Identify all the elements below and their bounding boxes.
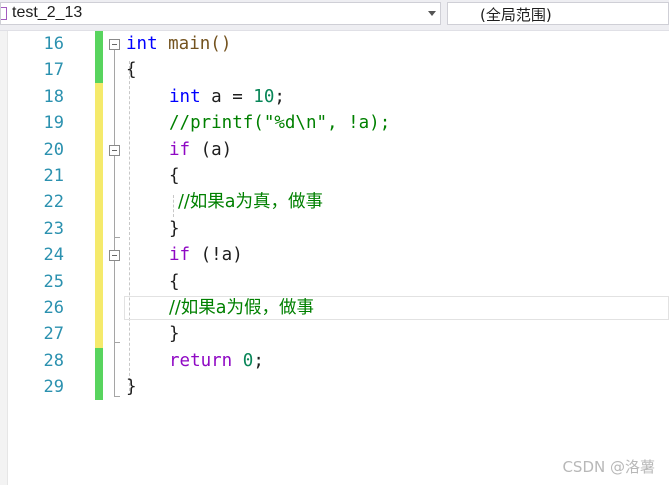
- change-marker-saved: [95, 348, 103, 400]
- line-number: 22: [43, 192, 64, 212]
- code-line-23[interactable]: }: [169, 216, 180, 242]
- code-number: 10: [253, 87, 275, 107]
- code-keyword: return: [169, 351, 233, 371]
- line-number: 29: [43, 377, 64, 397]
- code-line-20[interactable]: if (a): [169, 137, 232, 163]
- line-number: 23: [43, 219, 64, 239]
- outline-line: [114, 50, 115, 396]
- global-scope-dropdown[interactable]: (全局范围): [447, 2, 669, 25]
- change-marker-saved: [95, 57, 103, 83]
- change-marker-saved: [95, 31, 103, 57]
- code-line-22[interactable]: //如果a为真，做事: [178, 189, 323, 215]
- code-number: 0: [242, 351, 254, 371]
- code-text: main(): [157, 34, 232, 54]
- line-number: 17: [43, 60, 64, 80]
- code-text: ;: [274, 87, 285, 107]
- watermark: CSDN @洛薯: [562, 458, 655, 476]
- line-number: 16: [43, 34, 64, 54]
- code-line-17[interactable]: {: [126, 57, 137, 83]
- line-number: 24: [43, 245, 64, 265]
- code-line-27[interactable]: }: [169, 321, 180, 347]
- global-scope-label: (全局范围): [480, 6, 552, 24]
- file-scope-label: test_2_13: [12, 4, 83, 21]
- line-number: 26: [43, 298, 64, 318]
- project-icon: [1, 7, 7, 20]
- code-line-26[interactable]: //如果a为假，做事: [169, 295, 314, 321]
- code-line-18[interactable]: int a = 10;: [169, 84, 285, 110]
- file-scope-dropdown[interactable]: test_2_13: [0, 2, 441, 25]
- code-line-25[interactable]: {: [169, 269, 180, 295]
- code-keyword: int: [126, 34, 158, 54]
- chevron-down-icon[interactable]: [428, 11, 436, 16]
- code-keyword: if: [169, 140, 191, 160]
- code-line-16[interactable]: int main(): [126, 31, 231, 57]
- line-number: 20: [43, 140, 64, 160]
- code-line-19[interactable]: //printf("%d\n", !a);: [169, 110, 390, 136]
- outline-end: [114, 396, 120, 397]
- outline-end: [114, 342, 120, 343]
- code-line-21[interactable]: {: [169, 163, 180, 189]
- code-text: a =: [200, 87, 254, 107]
- collapse-icon[interactable]: [109, 39, 120, 50]
- outline-end: [114, 237, 120, 238]
- collapse-icon[interactable]: [109, 145, 120, 156]
- line-number: 27: [43, 324, 64, 344]
- code-line-28[interactable]: return 0;: [169, 348, 264, 374]
- code-keyword: int: [169, 87, 201, 107]
- code-keyword: if: [169, 245, 191, 265]
- code-editor[interactable]: 16 17 18 19 20 21 22 23 24 25 26 27 28 2…: [0, 31, 669, 485]
- code-line-24[interactable]: if (!a): [169, 242, 243, 268]
- code-text: (a): [190, 140, 233, 160]
- navigation-bar: test_2_13 (全局范围): [0, 0, 669, 31]
- indent-guide: [129, 61, 130, 391]
- code-text: (!a): [190, 245, 243, 265]
- line-number: 21: [43, 166, 64, 186]
- line-number: 28: [43, 351, 64, 371]
- change-marker-unsaved: [95, 83, 103, 348]
- code-line-29[interactable]: }: [126, 374, 137, 400]
- line-number: 25: [43, 272, 64, 292]
- line-number: 19: [43, 113, 64, 133]
- indent-guide: [173, 195, 174, 217]
- collapse-icon[interactable]: [109, 250, 120, 261]
- editor-left-margin: [0, 31, 8, 485]
- line-number: 18: [43, 87, 64, 107]
- code-text: ;: [253, 351, 264, 371]
